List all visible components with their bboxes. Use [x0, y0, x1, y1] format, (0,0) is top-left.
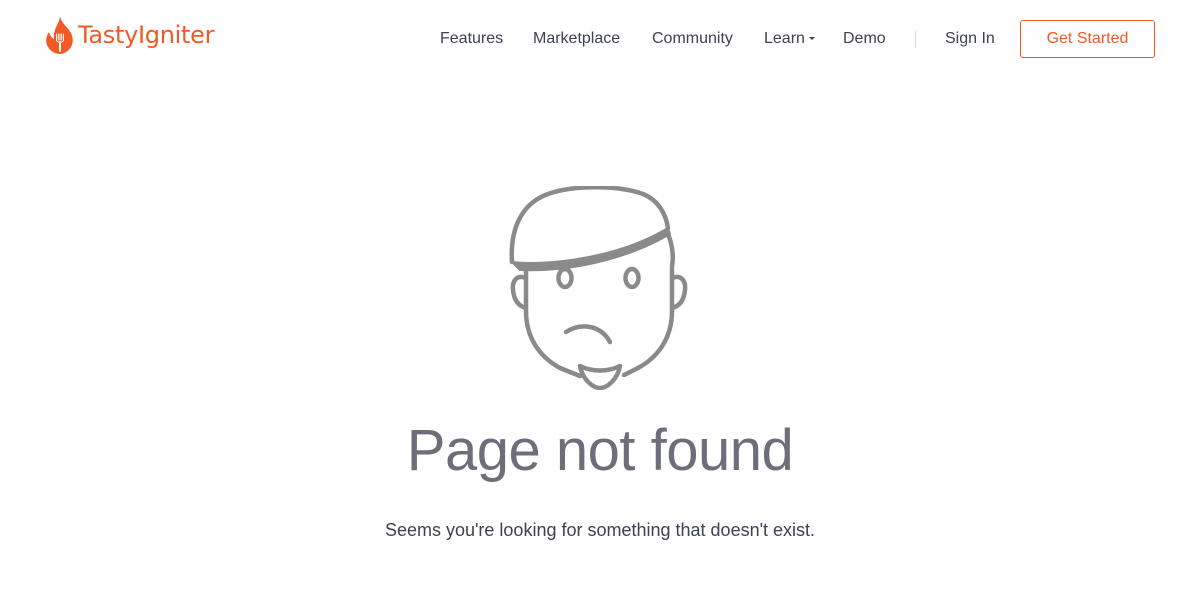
sad-face-icon	[509, 186, 688, 390]
nav-item-demo[interactable]: Demo	[843, 20, 886, 58]
page-title: Page not found	[406, 418, 794, 483]
site-header: TastyIgniter Features Marketplace Commun…	[0, 0, 1200, 78]
nav-item-learn-label: Learn	[764, 30, 805, 47]
nav-item-marketplace[interactable]: Marketplace	[533, 20, 620, 58]
get-started-button[interactable]: Get Started	[1020, 20, 1155, 58]
nav-item-features[interactable]: Features	[440, 20, 503, 58]
caret-down-icon	[808, 37, 815, 41]
nav-item-learn[interactable]: Learn	[764, 20, 815, 58]
nav-item-community[interactable]: Community	[652, 20, 733, 58]
nav-divider	[915, 31, 916, 48]
sign-in-link[interactable]: Sign In	[945, 20, 995, 58]
page: TastyIgniter Features Marketplace Commun…	[0, 0, 1200, 600]
error-message: Seems you're looking for something that …	[384, 520, 816, 540]
